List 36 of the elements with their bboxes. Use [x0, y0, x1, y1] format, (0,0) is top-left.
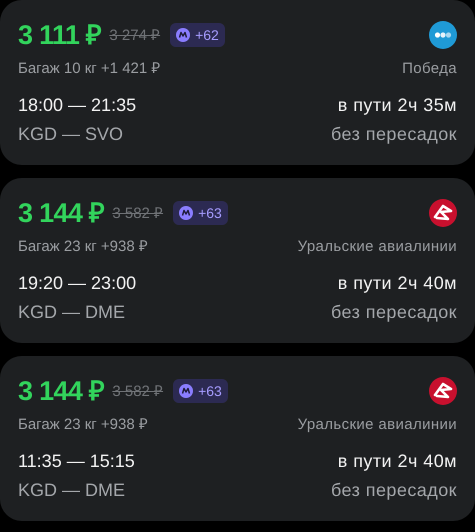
baggage-info: Багаж 23 кг +938 ₽	[18, 415, 148, 435]
ticket-card[interactable]: 3 144 ₽ 3 582 ₽ +63 Багаж 23 кг +938 ₽ Уральские авиалинии 11:35 — 15:15 в пути 2ч 40м KGD — DME без пересадок	[0, 356, 475, 521]
price: 3 111 ₽	[18, 18, 102, 52]
flight-duration: в пути 2ч 40м	[338, 450, 457, 473]
flight-times: 18:00 — 21:35	[18, 94, 136, 116]
airline-logo-icon	[429, 199, 457, 227]
bonus-badge: +62	[170, 23, 225, 47]
bonus-badge: +63	[173, 201, 228, 225]
flight-times: 19:20 — 23:00	[18, 272, 136, 294]
airline-name: Уральские авиалинии	[298, 237, 457, 257]
baggage-info: Багаж 10 кг +1 421 ₽	[18, 59, 160, 79]
route: KGD — SVO	[18, 122, 124, 146]
route: KGD — DME	[18, 300, 126, 324]
price: 3 144 ₽	[18, 196, 104, 230]
transfers: без пересадок	[330, 478, 457, 502]
ticket-card[interactable]: 3 111 ₽ 3 274 ₽ +62 Багаж 10 кг +1 421 ₽ Победа 18:00 — 21:35 в пути 2ч 35м KGD — SVO без пересадок	[0, 0, 475, 165]
price: 3 144 ₽	[18, 374, 104, 408]
flight-duration: в пути 2ч 35м	[338, 94, 457, 117]
transfers: без пересадок	[330, 300, 457, 324]
flight-times: 11:35 — 15:15	[18, 450, 135, 472]
baggage-info: Багаж 23 кг +938 ₽	[18, 237, 148, 257]
airline-logo-icon	[429, 21, 457, 49]
airline-name: Победа	[402, 59, 457, 79]
m-badge-icon	[179, 384, 194, 398]
bonus-badge: +63	[173, 379, 228, 403]
m-badge-icon	[176, 28, 190, 42]
ticket-card[interactable]: 3 144 ₽ 3 582 ₽ +63 Багаж 23 кг +938 ₽ Уральские авиалинии 19:20 — 23:00 в пути 2ч 40м KGD — DME без пересадок	[0, 178, 475, 343]
old-price: 3 582 ₽	[112, 382, 164, 402]
old-price: 3 274 ₽	[109, 26, 160, 46]
transfers: без пересадок	[330, 122, 457, 146]
route: KGD — DME	[18, 478, 126, 502]
old-price: 3 582 ₽	[112, 204, 164, 224]
m-badge-icon	[179, 206, 194, 220]
airline-name: Уральские авиалинии	[298, 415, 457, 435]
flight-duration: в пути 2ч 40м	[338, 272, 457, 295]
airline-logo-icon	[429, 377, 457, 405]
